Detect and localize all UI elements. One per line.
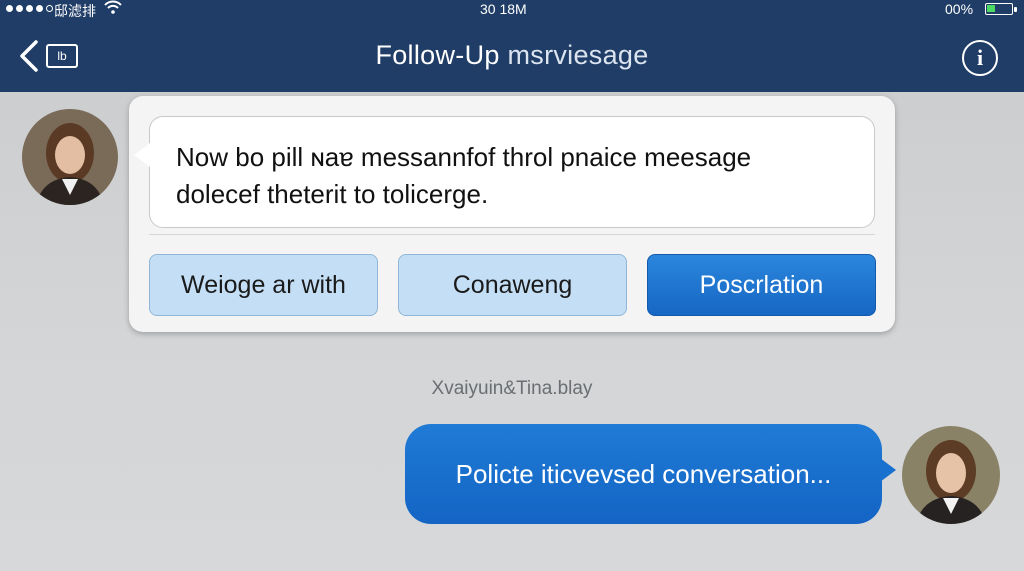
incoming-message-line-1: Now bo pill ɴaɐ messannfof throl pnaice … [176,142,752,172]
outgoing-message-bubble: Policte iticvevsed conversation... [405,424,896,524]
incoming-message-bubble: Now bo pill ɴaɐ messannfof throl pnaice … [134,116,875,228]
bubble-tail [880,458,896,482]
page-title-suffix: msrviesage [507,40,649,70]
battery-percent: 00% [945,1,974,17]
incoming-message-card: Now bo pill ɴaɐ messannfof throl pnaice … [129,96,895,332]
incoming-message-text: Now bo pill ɴaɐ messannfof throl pnaice … [176,139,856,213]
incoming-message-line-2: dolecef theterit to tolicerge. [176,179,489,209]
status-time: 30 18M [480,1,527,17]
status-bar: 邸滤排 30 18M 00% [0,0,1024,20]
sender-avatar[interactable] [22,109,118,205]
carrier-name: 邸滤排 [54,3,96,19]
info-icon: i [976,45,984,70]
top-bar: 邸滤排 30 18M 00% lb Follow-Up msrviesage i [0,0,1024,92]
message-meta-label: Xvaiyuin&Tina.blay [431,378,593,399]
divider [149,234,875,235]
bubble-tail [134,143,150,167]
signal-strength-icon [6,5,53,12]
outgoing-message-text: Policte iticvevsed conversation... [455,458,832,489]
quick-reply-button-2[interactable]: Conaweng [398,254,627,316]
user-avatar[interactable] [902,426,1000,524]
battery-icon [985,3,1017,15]
wifi-icon [104,0,122,17]
quick-reply-button-1[interactable]: Weioge ar with [149,254,378,316]
info-button[interactable]: i [962,40,998,76]
page-title: Follow-Up msrviesage [0,40,1024,71]
page-title-main: Follow-Up [375,40,500,70]
quick-reply-button-primary[interactable]: Poscrlation [647,254,876,316]
